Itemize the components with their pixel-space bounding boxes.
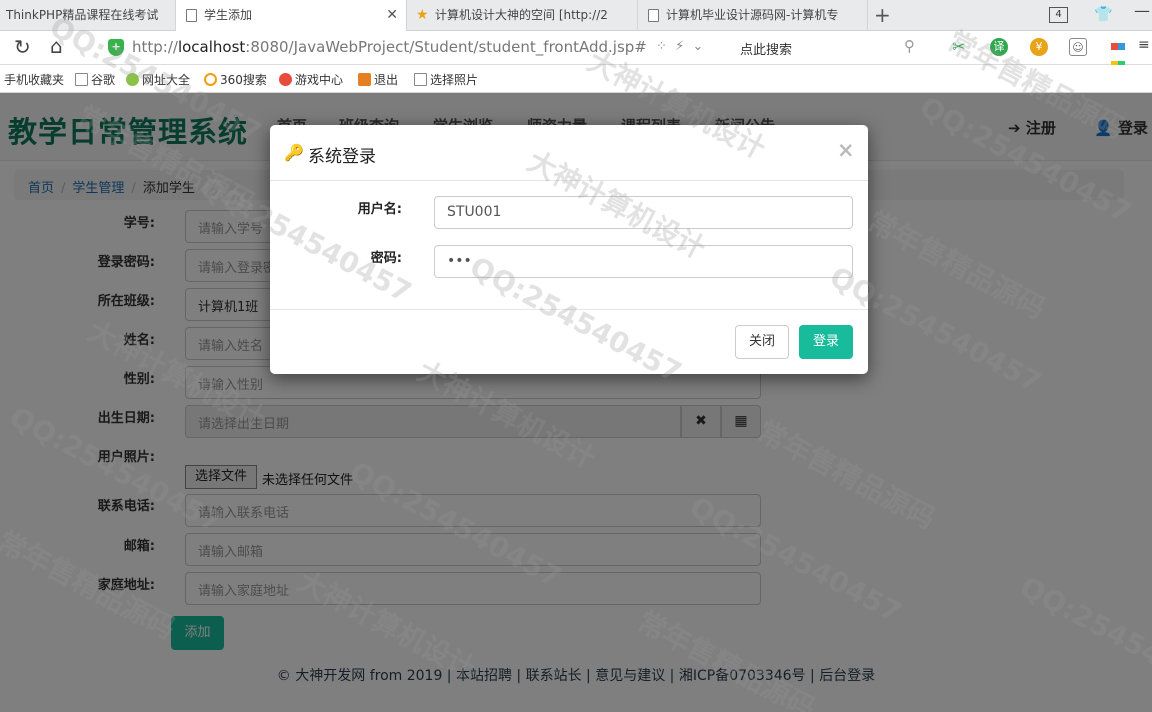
key-icon: 🔑	[284, 143, 304, 162]
new-tab-icon[interactable]: +	[874, 3, 891, 27]
modal-password-input[interactable]: •••	[434, 245, 853, 278]
modal-close-button[interactable]: 关闭	[735, 325, 789, 359]
bookmark-logout[interactable]: 退出	[358, 71, 398, 88]
minimize-icon[interactable]: —	[1134, 1, 1150, 20]
bookmark-360-search[interactable]: 360搜索	[204, 71, 267, 88]
tab-title: 计算机毕业设计源码网-计算机专	[666, 8, 839, 22]
url-field[interactable]: http://localhost:8080/JavaWebProject/Stu…	[132, 38, 647, 56]
tab-title: 计算机设计大神的空间 [http://2	[435, 8, 608, 22]
apps-icon[interactable]	[1109, 38, 1127, 68]
bookmark-game-center[interactable]: 游戏中心	[279, 71, 343, 88]
browser-tabbar: ThinkPHP精品课程在线考试 学生添加 ✕ ★ 计算机设计大神的空间 [ht…	[0, 0, 1152, 32]
address-tools-icons[interactable]: ⁘ ⚡ ⌄	[656, 39, 703, 54]
modal-password-label: 密码:	[370, 251, 402, 266]
yen-icon[interactable]: ¥	[1030, 38, 1048, 56]
tab-thinkphp[interactable]: ThinkPHP精品课程在线考试	[0, 0, 176, 31]
modal-header: 🔑 系统登录 ×	[270, 125, 868, 181]
security-shield-icon[interactable]: +	[108, 39, 124, 56]
globe-icon	[126, 73, 139, 86]
tab-student-add[interactable]: 学生添加 ✕	[176, 0, 407, 32]
address-bar: ↻ ⌂ + http://localhost:8080/JavaWebProje…	[0, 31, 1152, 68]
page-icon	[186, 9, 197, 22]
username-label: 用户名:	[357, 202, 402, 217]
tab-title: ThinkPHP精品课程在线考试	[6, 8, 159, 22]
bookmark-choose-photo[interactable]: 选择照片	[414, 71, 478, 88]
page-icon	[648, 9, 659, 22]
username-input[interactable]: STU001	[434, 196, 853, 229]
modal-title: 系统登录	[308, 147, 376, 167]
close-icon[interactable]: ✕	[386, 0, 398, 31]
refresh-icon[interactable]: ↻	[14, 35, 31, 59]
bookmark-url-directory[interactable]: 网址大全	[126, 71, 190, 88]
page-icon	[75, 73, 88, 86]
menu-icon[interactable]: ≡	[1138, 37, 1150, 53]
chat-icon[interactable]: ☺	[1069, 38, 1087, 56]
translate-icon[interactable]: 译	[990, 38, 1008, 56]
logout-icon	[358, 73, 371, 86]
scissors-icon[interactable]: ✂	[950, 38, 968, 56]
skin-icon[interactable]: 👕	[1094, 5, 1113, 23]
tab-source-site[interactable]: 计算机毕业设计源码网-计算机专	[638, 0, 868, 31]
star-icon: ★	[416, 7, 429, 23]
bookmarks-bar: 手机收藏夹 谷歌 网址大全 360搜索 游戏中心 退出 选择照片	[0, 65, 1152, 93]
search-prompt[interactable]: 点此搜索	[740, 39, 792, 58]
modal-footer: 关闭 登录	[270, 309, 868, 374]
login-modal: 🔑 系统登录 × 用户名: STU001 密码: ••• 关闭 登录	[270, 125, 868, 374]
home-icon[interactable]: ⌂	[50, 34, 63, 58]
page-icon	[414, 73, 427, 86]
close-icon[interactable]: ×	[837, 138, 855, 162]
tab-count-badge[interactable]: 4	[1049, 7, 1068, 23]
tab-title: 学生添加	[204, 8, 253, 22]
game-icon	[279, 73, 292, 86]
bookmark-google[interactable]: 谷歌	[75, 71, 115, 88]
bookmark-mobile[interactable]: 手机收藏夹	[4, 71, 64, 88]
modal-login-button[interactable]: 登录	[799, 325, 853, 359]
tab-designer-space[interactable]: ★ 计算机设计大神的空间 [http://2	[407, 0, 638, 31]
search-icon[interactable]: ⚲	[904, 37, 915, 55]
search-360-icon	[204, 73, 217, 86]
